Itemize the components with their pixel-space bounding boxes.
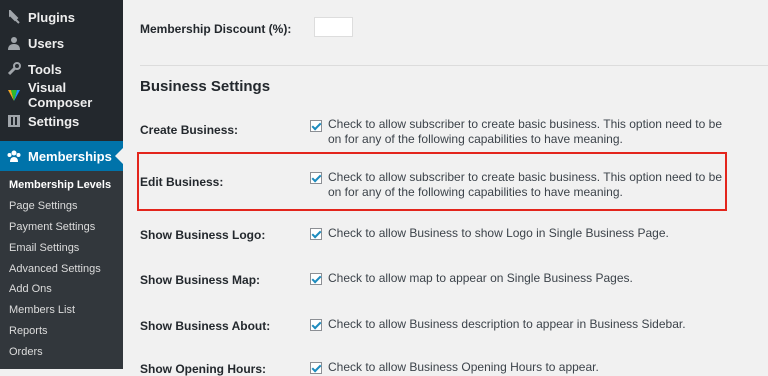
row-label-show-business-map: Show Business Map: xyxy=(140,273,261,287)
membership-discount-label: Membership Discount (%): xyxy=(140,22,292,36)
submenu-item-reports[interactable]: Reports xyxy=(9,325,48,337)
row-desc-show-opening-hours: Check to allow Business Opening Hours to… xyxy=(328,360,599,374)
menu-item-visual-composer[interactable]: Visual Composer xyxy=(0,80,123,110)
checkbox-show-opening-hours[interactable] xyxy=(310,362,322,374)
menu-item-plugins[interactable]: Plugins xyxy=(0,4,123,30)
row-label-show-business-logo: Show Business Logo: xyxy=(140,228,266,242)
submenu-item-advanced-settings[interactable]: Advanced Settings xyxy=(9,263,101,275)
row-desc-show-business-about: Check to allow Business description to a… xyxy=(328,317,686,331)
checkbox-create-business[interactable] xyxy=(310,120,322,132)
people-icon xyxy=(7,149,21,163)
menu-label: Memberships xyxy=(28,148,112,164)
row-label-show-business-about: Show Business About: xyxy=(140,319,271,333)
checkbox-show-business-logo[interactable] xyxy=(310,228,322,240)
section-divider xyxy=(140,65,768,66)
submenu-item-membership-levels[interactable]: Membership Levels xyxy=(9,179,111,191)
menu-item-users[interactable]: Users xyxy=(0,30,123,56)
visual-composer-icon xyxy=(7,88,21,102)
menu-label: Plugins xyxy=(28,9,75,25)
submenu-item-add-ons[interactable]: Add Ons xyxy=(9,283,52,295)
plugin-icon xyxy=(7,10,21,24)
menu-label: Settings xyxy=(28,113,80,129)
admin-sidebar: Plugins Users Tools Visual Composer Sett… xyxy=(0,0,123,369)
user-icon xyxy=(7,36,21,50)
menu-label: Tools xyxy=(28,61,62,77)
submenu-item-members-list[interactable]: Members List xyxy=(9,304,75,316)
menu-label: Visual Composer xyxy=(28,80,93,110)
submenu-item-orders[interactable]: Orders xyxy=(9,346,43,358)
row-label-show-opening-hours: Show Opening Hours: xyxy=(140,362,266,376)
row-desc-show-business-map: Check to allow map to appear on Single B… xyxy=(328,271,633,285)
checkbox-show-business-map[interactable] xyxy=(310,273,322,285)
menu-item-memberships[interactable]: Memberships xyxy=(0,141,123,171)
submenu-item-page-settings[interactable]: Page Settings xyxy=(9,200,78,212)
submenu-item-payment-settings[interactable]: Payment Settings xyxy=(9,221,95,233)
memberships-submenu: Membership Levels Page Settings Payment … xyxy=(0,171,123,369)
section-title-business-settings: Business Settings xyxy=(140,78,271,95)
menu-label: Users xyxy=(28,35,65,51)
settings-icon xyxy=(7,114,21,128)
submenu-item-email-settings[interactable]: Email Settings xyxy=(9,242,79,254)
membership-discount-input[interactable] xyxy=(314,17,353,37)
row-label-create-business: Create Business: xyxy=(140,123,239,137)
wrench-icon xyxy=(7,62,21,76)
menu-item-settings[interactable]: Settings xyxy=(0,108,123,134)
menu-item-tools[interactable]: Tools xyxy=(0,56,123,82)
highlight-box xyxy=(137,152,727,211)
row-desc-show-business-logo: Check to allow Business to show Logo in … xyxy=(328,226,669,240)
row-desc-create-business: Check to allow subscriber to create basi… xyxy=(328,117,722,146)
checkbox-show-business-about[interactable] xyxy=(310,319,322,331)
